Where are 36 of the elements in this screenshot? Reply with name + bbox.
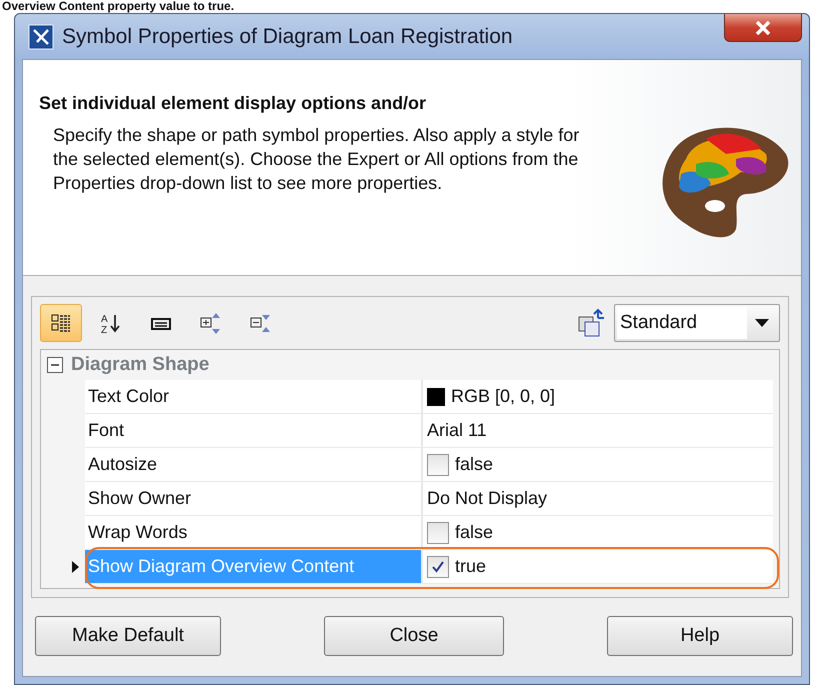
collapse-icon[interactable] — [47, 357, 63, 373]
check-icon — [431, 560, 445, 574]
collapse-all-icon — [250, 312, 272, 334]
property-name[interactable]: Text Color — [85, 380, 423, 414]
expand-all-icon — [200, 312, 222, 334]
categorized-list-icon — [50, 312, 72, 334]
checkbox[interactable] — [427, 522, 449, 544]
checkbox[interactable] — [427, 454, 449, 476]
property-value[interactable]: false — [455, 519, 494, 546]
header-heading: Set individual element display options and/or — [39, 92, 428, 115]
property-name[interactable]: Wrap Words — [85, 516, 423, 550]
checkbox[interactable] — [427, 556, 449, 578]
dropdown-arrow-icon — [755, 319, 769, 327]
dialog-button[interactable]: Make Default — [35, 616, 221, 656]
property-value[interactable]: Arial 11 — [427, 417, 487, 444]
row-pointer-icon — [72, 561, 79, 573]
window-title: Symbol Properties of Diagram Loan Registration — [62, 24, 513, 50]
property-name[interactable]: Autosize — [85, 448, 423, 482]
header-description: Specify the shape or path symbol properties. Also apply a style for the selected element(s). Choose the Expert or All options from the Properties drop-down list to see more properties. — [52, 124, 580, 195]
properties-mode-icon[interactable] — [576, 308, 606, 338]
dialog-button[interactable]: Help — [607, 616, 793, 656]
sort-letter: Z — [101, 325, 108, 334]
sort-letter: A — [101, 314, 108, 325]
dialog-button[interactable]: Close — [324, 616, 504, 656]
sort-az-button[interactable]: A Z — [90, 304, 132, 342]
property-value[interactable]: true — [455, 553, 486, 580]
property-name[interactable]: Font — [85, 414, 423, 448]
close-icon — [755, 20, 771, 34]
property-value[interactable]: false — [455, 451, 494, 478]
diagram-icon — [28, 24, 54, 50]
caption-text: Overview Content property value to true. — [1, 0, 236, 13]
property-name[interactable]: Show Owner — [85, 482, 423, 516]
properties-dropdown[interactable]: Standard — [614, 304, 780, 342]
categorized-list-button[interactable] — [40, 304, 82, 342]
group-title: Diagram Shape — [71, 352, 210, 377]
close-button[interactable] — [724, 14, 802, 42]
